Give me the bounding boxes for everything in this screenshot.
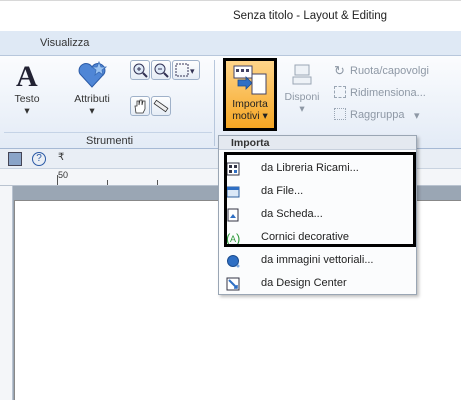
ruota-capovolgi-button[interactable]: ↻ Ruota/capovolgi (334, 63, 461, 80)
ruota-capovolgi-label: Ruota/capovolgi (350, 65, 429, 77)
importa-motivi-button[interactable]: Importa motivi ▾ (223, 58, 277, 131)
motivi-label: motivi ▾ (232, 110, 268, 122)
design-center-icon (226, 277, 240, 291)
customize-icon[interactable]: ₹ (58, 152, 64, 163)
attributi-button[interactable]: Attributi ▾ (65, 60, 119, 117)
import-pattern-icon (233, 65, 267, 95)
chevron-down-icon: ▾ (24, 105, 30, 117)
group-icon (334, 108, 346, 120)
raggruppa-button[interactable]: Raggruppa ▾ (334, 108, 461, 124)
raggruppa-label: Raggruppa (350, 109, 405, 121)
vector-icon (227, 255, 240, 268)
chevron-down-icon: ▾ (299, 103, 305, 115)
zoom-in-button[interactable] (130, 60, 150, 80)
ridimensiona-label: Ridimensiona... (350, 87, 426, 99)
menu-item-design-center[interactable]: da Design Center (223, 273, 413, 295)
zoom-fit-icon: ▾ (175, 63, 195, 77)
importa-label: Importa (232, 98, 268, 110)
ruler-tick-50: 50 (58, 170, 69, 180)
resize-icon (334, 86, 346, 98)
window-title: Senza titolo - Layout & Editing (233, 10, 388, 22)
layers-icon[interactable] (8, 152, 22, 166)
attributi-label: Attributi (74, 93, 110, 105)
chevron-down-icon: ▾ (89, 105, 95, 117)
help-icon[interactable]: ? (32, 152, 46, 166)
strumenti-group-label: Strumenti (86, 135, 134, 147)
zoom-fit-button[interactable]: ▾ (172, 60, 200, 80)
svg-text:A: A (16, 60, 38, 90)
ridimensiona-button[interactable]: Ridimensiona... (334, 86, 461, 102)
heart-star-icon (78, 60, 108, 88)
disponi-button[interactable]: Disponi ▾ (284, 62, 320, 115)
chevron-down-icon: ▾ (414, 110, 420, 122)
menu-item-label: da Design Center (261, 277, 347, 289)
testo-label: Testo (14, 93, 40, 105)
testo-button[interactable]: A Testo ▾ (10, 60, 44, 117)
highlight-frame (224, 152, 416, 247)
menu-header-label: Importa (231, 137, 270, 149)
text-a-icon: A (16, 60, 38, 93)
menu-header: Importa (219, 136, 416, 150)
disponi-label: Disponi (284, 91, 320, 103)
zoom-in-icon (133, 63, 148, 78)
menu-item-immagini-vettoriali[interactable]: da immagini vettoriali... (223, 250, 413, 272)
zoom-out-button[interactable] (151, 60, 171, 80)
menu-item-label: da immagini vettoriali... (261, 254, 374, 266)
ribbon-tabs: Visualizza (0, 31, 461, 56)
rotate-icon: ↻ (334, 63, 345, 78)
vertical-ruler (0, 186, 13, 400)
pan-hand-button[interactable] (130, 96, 150, 116)
svg-text:▾: ▾ (190, 66, 195, 76)
ruler-icon (153, 99, 169, 113)
hand-icon (134, 99, 146, 114)
tab-visualizza[interactable]: Visualizza (40, 37, 89, 49)
measure-button[interactable] (151, 96, 171, 116)
title-bar: Senza titolo - Layout & Editing (0, 0, 461, 31)
zoom-out-icon (154, 63, 169, 78)
arrange-icon (292, 64, 312, 85)
